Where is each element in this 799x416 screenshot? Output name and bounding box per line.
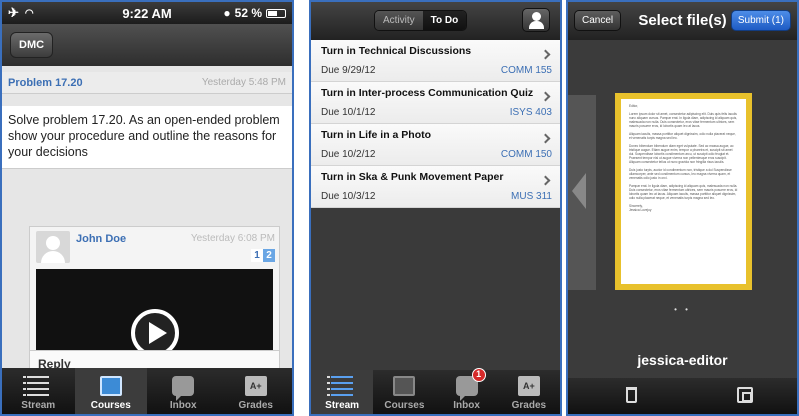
todo-title: Turn in Technical Discussions	[321, 45, 472, 57]
chevron-right-icon	[540, 133, 551, 144]
list-item[interactable]: Turn in Life in a Photo Due 10/2/12 COMM…	[311, 124, 560, 166]
trash-icon[interactable]	[626, 387, 637, 403]
grade-icon: A+	[517, 376, 540, 396]
tab-bar: Stream Courses 1 Inbox A+ Grades	[311, 368, 560, 414]
avatar	[36, 231, 70, 263]
list-icon	[23, 376, 50, 396]
status-bar: ✈ ◠ 9:22 AM ● 52 %	[2, 2, 292, 24]
page-dots: • •	[674, 305, 691, 314]
chevron-right-icon	[540, 175, 551, 186]
todo-due: Due 9/29/12	[321, 65, 376, 76]
chat-bubble-icon	[172, 376, 195, 401]
list-icon	[327, 376, 354, 396]
file-carousel[interactable]: Editor, Lorem ipsum dolor sit amet, cons…	[568, 40, 797, 378]
tab-grades[interactable]: A+ Grades	[498, 370, 560, 414]
empty-background	[311, 208, 560, 370]
phone-file-selector: Cancel Select file(s) Submit (1) Editor,…	[566, 0, 799, 416]
previous-file-arrow-icon[interactable]	[568, 95, 596, 290]
person-icon[interactable]	[522, 8, 550, 32]
submission-card: John Doe Yesterday 6:08 PM 1 2	[29, 226, 280, 368]
todo-due: Due 10/2/12	[321, 149, 376, 160]
bottom-toolbar	[568, 378, 797, 414]
todo-title: Turn in Inter-process Communication Quiz	[321, 87, 534, 99]
todo-title: Turn in Life in a Photo	[321, 129, 432, 141]
chevron-right-icon	[540, 49, 551, 60]
crop-icon[interactable]	[737, 387, 753, 403]
tab-courses[interactable]: Courses	[373, 370, 435, 414]
submission-user[interactable]: John Doe	[76, 233, 126, 245]
reply-button[interactable]: Reply	[29, 350, 280, 368]
view-segmented-control: Activity To Do	[374, 10, 468, 31]
tab-stream[interactable]: Stream	[2, 368, 75, 414]
post-content: Problem 17.20 Yesterday 5:48 PM Solve pr…	[2, 66, 292, 368]
segment-activity[interactable]: Activity	[375, 11, 423, 30]
todo-course: COMM 150	[500, 149, 552, 160]
list-item[interactable]: Turn in Inter-process Communication Quiz…	[311, 82, 560, 124]
list-item[interactable]: Turn in Technical Discussions Due 9/29/1…	[311, 40, 560, 82]
page-2-button[interactable]: 2	[263, 249, 275, 262]
tab-inbox[interactable]: 1 Inbox	[436, 368, 498, 414]
grade-icon: A+	[244, 376, 267, 396]
nav-bar: DMC	[2, 24, 292, 66]
inbox-badge: 1	[471, 368, 486, 382]
submission-date: Yesterday 6:08 PM	[190, 233, 275, 244]
segment-todo[interactable]: To Do	[422, 11, 467, 30]
notebook-icon	[99, 376, 122, 396]
phone-todo-list: Activity To Do Turn in Technical Discuss…	[309, 0, 562, 416]
status-time: 9:22 AM	[122, 5, 172, 21]
chat-bubble-icon: 1	[455, 368, 486, 401]
post-date: Yesterday 5:48 PM	[201, 77, 286, 88]
submit-button[interactable]: Submit (1)	[730, 10, 791, 31]
file-name: jessica-editor	[637, 352, 728, 368]
post-body: Solve problem 17.20. As an open-ended pr…	[2, 106, 292, 169]
page-selector: 1 2	[251, 249, 275, 262]
nav-bar: Activity To Do	[311, 2, 560, 40]
list-item[interactable]: Turn in Ska & Punk Movement Paper Due 10…	[311, 166, 560, 208]
tab-bar: Stream Courses Inbox A+ Grades	[2, 368, 292, 414]
document-thumbnail[interactable]: Editor, Lorem ipsum dolor sit amet, cons…	[615, 93, 752, 290]
post-title: Problem 17.20	[8, 76, 83, 89]
page-1-button[interactable]: 1	[251, 249, 263, 262]
tab-stream[interactable]: Stream	[311, 370, 374, 414]
tab-courses[interactable]: Courses	[74, 368, 147, 414]
post-header[interactable]: Problem 17.20 Yesterday 5:48 PM	[2, 72, 292, 94]
phone-course-stream: ✈ ◠ 9:22 AM ● 52 % DMC Problem 17.20 Yest…	[0, 0, 294, 416]
todo-course: MUS 311	[511, 191, 552, 202]
chevron-right-icon	[540, 91, 551, 102]
todo-title: Turn in Ska & Punk Movement Paper	[321, 171, 504, 183]
todo-course: COMM 155	[500, 65, 552, 76]
todo-course: ISYS 403	[509, 107, 552, 118]
tab-grades[interactable]: A+ Grades	[220, 368, 293, 414]
todo-due: Due 10/1/12	[321, 107, 376, 118]
todo-list: Turn in Technical Discussions Due 9/29/1…	[311, 40, 560, 208]
notebook-icon	[393, 376, 416, 396]
dmc-back-button[interactable]: DMC	[10, 32, 54, 58]
tab-inbox[interactable]: Inbox	[147, 368, 220, 414]
battery-icon	[266, 8, 286, 18]
nav-bar: Cancel Select file(s) Submit (1)	[568, 2, 797, 40]
todo-due: Due 10/3/12	[321, 191, 376, 202]
